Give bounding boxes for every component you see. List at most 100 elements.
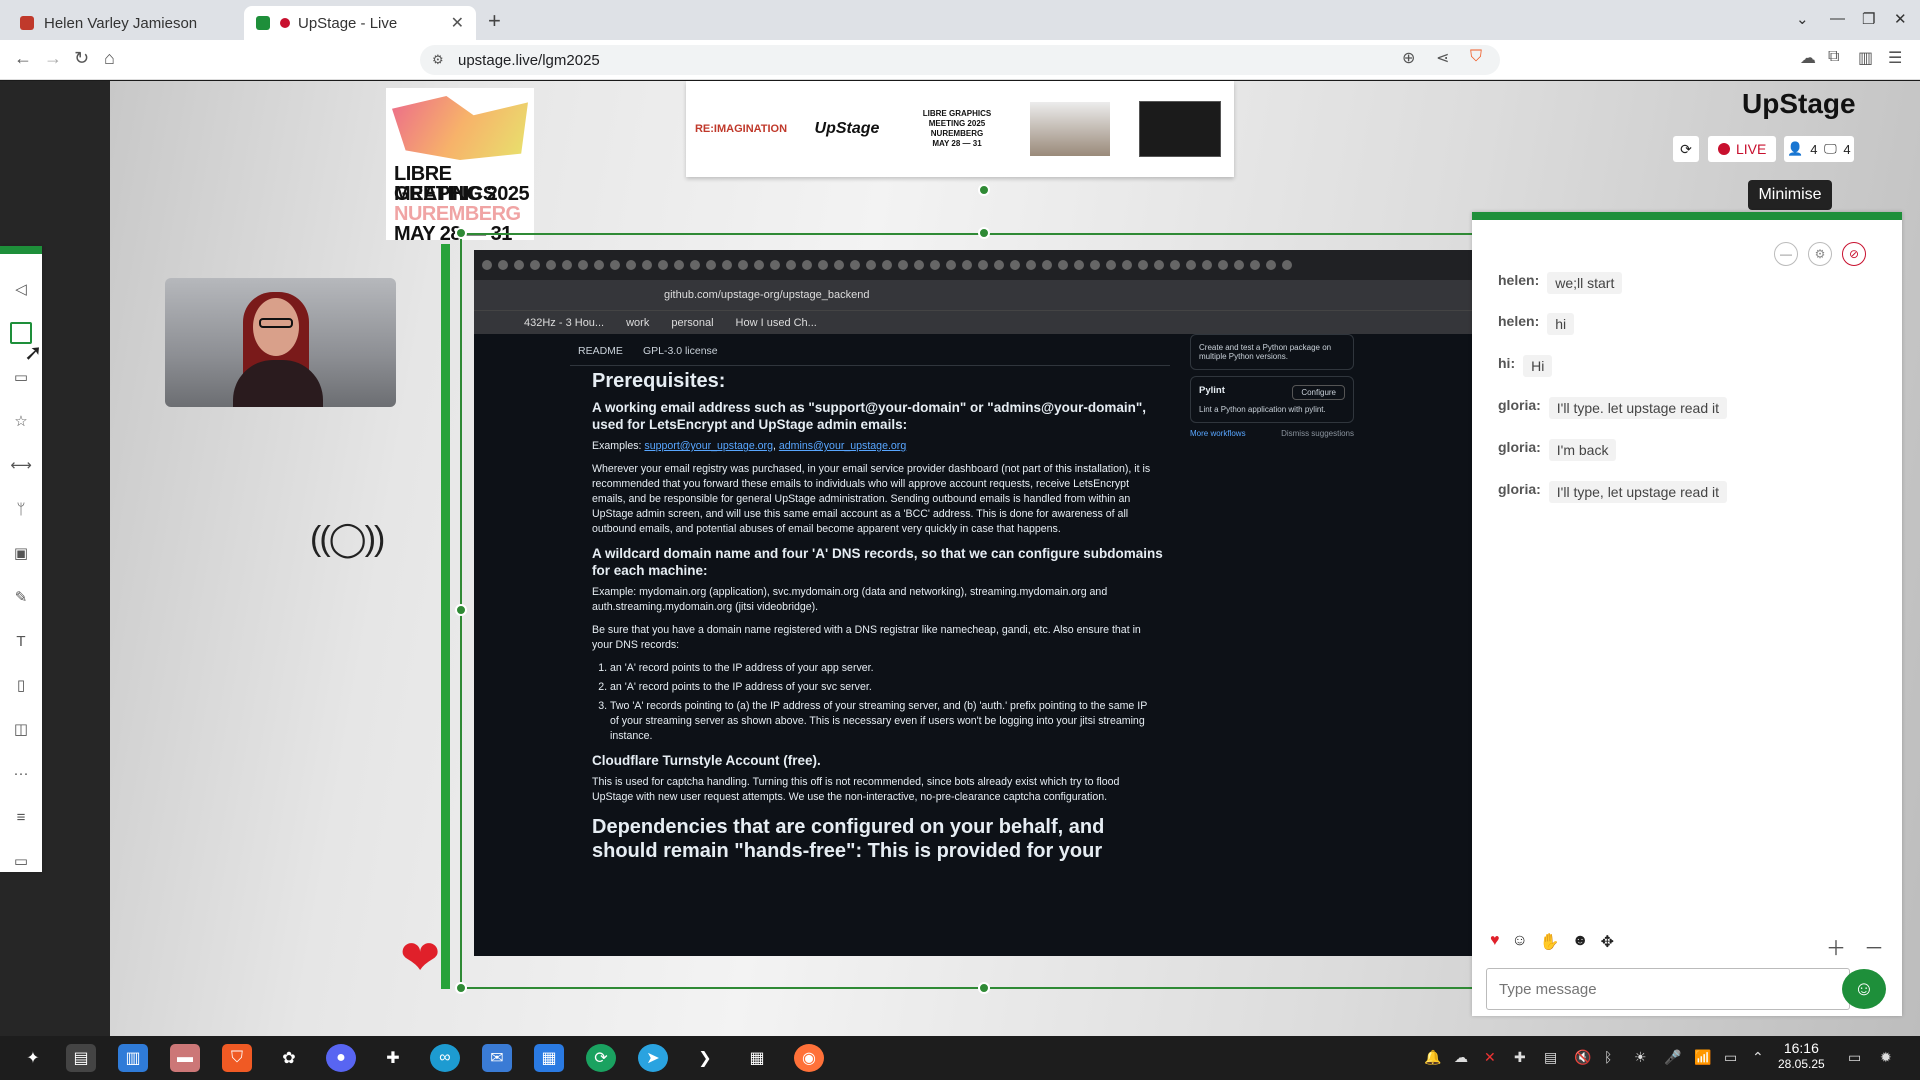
show-desktop-icon[interactable]: ▭ xyxy=(1848,1049,1861,1066)
decrease-font-icon[interactable]: － xyxy=(1864,932,1884,961)
collapse-tool-icon[interactable]: ▭ xyxy=(10,850,32,872)
back-icon[interactable]: ← xyxy=(14,48,32,69)
forward-icon[interactable]: → xyxy=(44,48,62,69)
minimise-chat-icon[interactable]: — xyxy=(1774,242,1798,266)
resize-handle[interactable] xyxy=(455,604,467,616)
text-tool-icon[interactable]: T xyxy=(10,630,32,652)
refresh-icon: ⟳ xyxy=(1680,140,1692,157)
zoom-icon[interactable]: ⊕ xyxy=(1402,48,1415,68)
site-settings-icon[interactable]: ⚙ xyxy=(432,52,444,68)
menu-icon[interactable]: ☰ xyxy=(1888,48,1902,68)
console-app-icon[interactable]: ❯ xyxy=(690,1044,720,1072)
send-button[interactable]: ☺ xyxy=(1842,969,1886,1009)
stream-tool-icon[interactable]: ⟷ xyxy=(10,454,32,476)
resize-handle[interactable] xyxy=(978,227,990,239)
chat-app-icon[interactable]: ● xyxy=(326,1044,356,1072)
cloud-icon[interactable]: ☁ xyxy=(1454,1049,1468,1066)
expand-tray-icon[interactable]: ⌃ xyxy=(1752,1049,1764,1066)
share-icon[interactable]: ⋖ xyxy=(1436,48,1449,68)
settings-tool-icon[interactable]: ≡ xyxy=(10,806,32,828)
infinity-app-icon[interactable]: ∞ xyxy=(430,1044,460,1072)
reload-icon[interactable]: ↻ xyxy=(74,48,89,69)
brave-shield-icon[interactable]: ⛉ xyxy=(1470,48,1482,66)
sync-app-icon[interactable]: ⟳ xyxy=(586,1044,616,1072)
smile-reaction-icon[interactable]: ☻ xyxy=(1572,932,1589,952)
volume-icon[interactable]: 🔇 xyxy=(1574,1049,1591,1066)
reload-stage-button[interactable]: ⟳ xyxy=(1673,136,1699,162)
poster-line-2: MEETING 2025 xyxy=(394,183,530,205)
clipboard-icon[interactable]: ▤ xyxy=(1544,1049,1557,1066)
chat-message-input[interactable] xyxy=(1486,968,1850,1010)
wifi-icon[interactable]: 📶 xyxy=(1694,1049,1711,1066)
maximize-window-icon[interactable]: ❐ xyxy=(1862,10,1875,28)
chat-message: helen: we;ll start xyxy=(1498,272,1623,294)
telegram-app-icon[interactable]: ➤ xyxy=(638,1044,668,1072)
props-tool-icon[interactable]: ▭ xyxy=(10,366,32,388)
card-title: Pylint xyxy=(1199,385,1225,396)
heart-reaction-icon[interactable]: ♥ xyxy=(1490,932,1500,952)
clock[interactable]: 16:16 28.05.25 xyxy=(1778,1040,1825,1072)
resize-handle[interactable] xyxy=(455,227,467,239)
sidebar-icon[interactable]: ▥ xyxy=(1858,48,1873,68)
clear-chat-icon[interactable]: ⊘ xyxy=(1842,242,1866,266)
screen-share[interactable]: github.com/upstage-org/upstage_backend 4… xyxy=(474,250,1474,956)
resize-handle[interactable] xyxy=(455,982,467,994)
microphone-icon[interactable]: 🎤 xyxy=(1664,1049,1681,1066)
video-avatar[interactable] xyxy=(165,278,396,407)
files-app-icon[interactable]: ▥ xyxy=(118,1044,148,1072)
sponsor-banner[interactable]: RE:IMAGINATION UpStage LIBRE GRAPHICS ME… xyxy=(686,81,1234,177)
shared-url: github.com/upstage-org/upstage_backend xyxy=(474,280,1474,310)
clap-reaction-icon[interactable]: ✋ xyxy=(1540,932,1560,952)
whiteboard-tool-icon[interactable]: ▯ xyxy=(10,674,32,696)
tab-list-icon[interactable]: ⌄ xyxy=(1796,10,1809,28)
tab-upstage[interactable]: UpStage - Live ✕ xyxy=(244,6,476,40)
close-tab-icon[interactable]: ✕ xyxy=(451,13,464,33)
thunderbird-app-icon[interactable]: ✉ xyxy=(482,1044,512,1072)
audience-counter[interactable]: 👤 4 🖵 4 xyxy=(1784,136,1854,162)
slack-tray-icon[interactable]: ✚ xyxy=(1514,1049,1526,1066)
readme-h1: Prerequisites: xyxy=(592,370,726,392)
new-tab-icon[interactable]: + xyxy=(488,8,501,34)
puzzle-icon[interactable]: ⧉ xyxy=(1828,48,1839,66)
minimize-window-icon[interactable]: — xyxy=(1830,10,1845,27)
bluetooth-icon[interactable]: ᛒ xyxy=(1604,1049,1612,1065)
url-field[interactable]: ⚙ upstage.live/lgm2025 xyxy=(420,45,1500,75)
heart-icon[interactable]: ❤ xyxy=(400,930,440,986)
settings-icon[interactable]: ✹ xyxy=(1880,1049,1892,1066)
tray-app-icon[interactable]: ✕ xyxy=(1484,1049,1496,1066)
draw-tool-icon[interactable]: ✎ xyxy=(10,586,32,608)
brightness-icon[interactable]: ☀ xyxy=(1634,1049,1647,1066)
volume-bar[interactable] xyxy=(441,244,450,989)
slack-app-icon[interactable]: ✚ xyxy=(378,1044,408,1072)
tab-helen[interactable]: Helen Varley Jamieson xyxy=(8,6,236,40)
avatar-tool-icon[interactable]: ☆ xyxy=(10,410,32,432)
battery-icon[interactable]: ▭ xyxy=(1724,1049,1737,1066)
live-status-button[interactable]: LIVE xyxy=(1708,136,1776,162)
close-window-icon[interactable]: ✕ xyxy=(1894,10,1907,28)
broadcast-icon[interactable]: ((◯)) xyxy=(310,519,385,559)
video-tool-icon[interactable]: ▣ xyxy=(10,542,32,564)
home-icon[interactable]: ⌂ xyxy=(104,48,115,69)
rotate-handle[interactable] xyxy=(978,184,990,196)
brave-app-icon[interactable]: ⛉ xyxy=(222,1044,252,1072)
move-cursor-icon[interactable]: ✥ xyxy=(1601,932,1614,952)
room-thumbnail xyxy=(1028,81,1112,177)
lgm-poster[interactable]: LIBRE GRAPHICS MEETING 2025 NUREMBERG MA… xyxy=(386,88,534,240)
scene-tool-icon[interactable]: ◫ xyxy=(10,718,32,740)
curtain-tool-icon[interactable]: ··· xyxy=(10,762,32,784)
app-launcher-icon[interactable]: ✦ xyxy=(18,1044,48,1072)
firefox-app-icon[interactable]: ◉ xyxy=(794,1044,824,1072)
meeting-tool-icon[interactable]: ᛘ xyxy=(10,498,32,520)
laugh-reaction-icon[interactable]: ☺ xyxy=(1512,932,1528,952)
chat-settings-icon[interactable]: ⚙ xyxy=(1808,242,1832,266)
gimp-app-icon[interactable]: ✿ xyxy=(274,1044,304,1072)
calculator-app-icon[interactable]: ▦ xyxy=(742,1044,772,1072)
extension-icon[interactable]: ☁ xyxy=(1800,48,1816,68)
folder-app-icon[interactable]: ▬ xyxy=(170,1044,200,1072)
notification-icon[interactable]: 🔔 xyxy=(1424,1049,1441,1066)
audio-tool-icon[interactable]: ◁ xyxy=(10,278,32,300)
resize-handle[interactable] xyxy=(978,982,990,994)
terminal-app-icon[interactable]: ▤ xyxy=(66,1044,96,1072)
notes-app-icon[interactable]: ▦ xyxy=(534,1044,564,1072)
increase-font-icon[interactable]: ＋ xyxy=(1826,932,1846,961)
